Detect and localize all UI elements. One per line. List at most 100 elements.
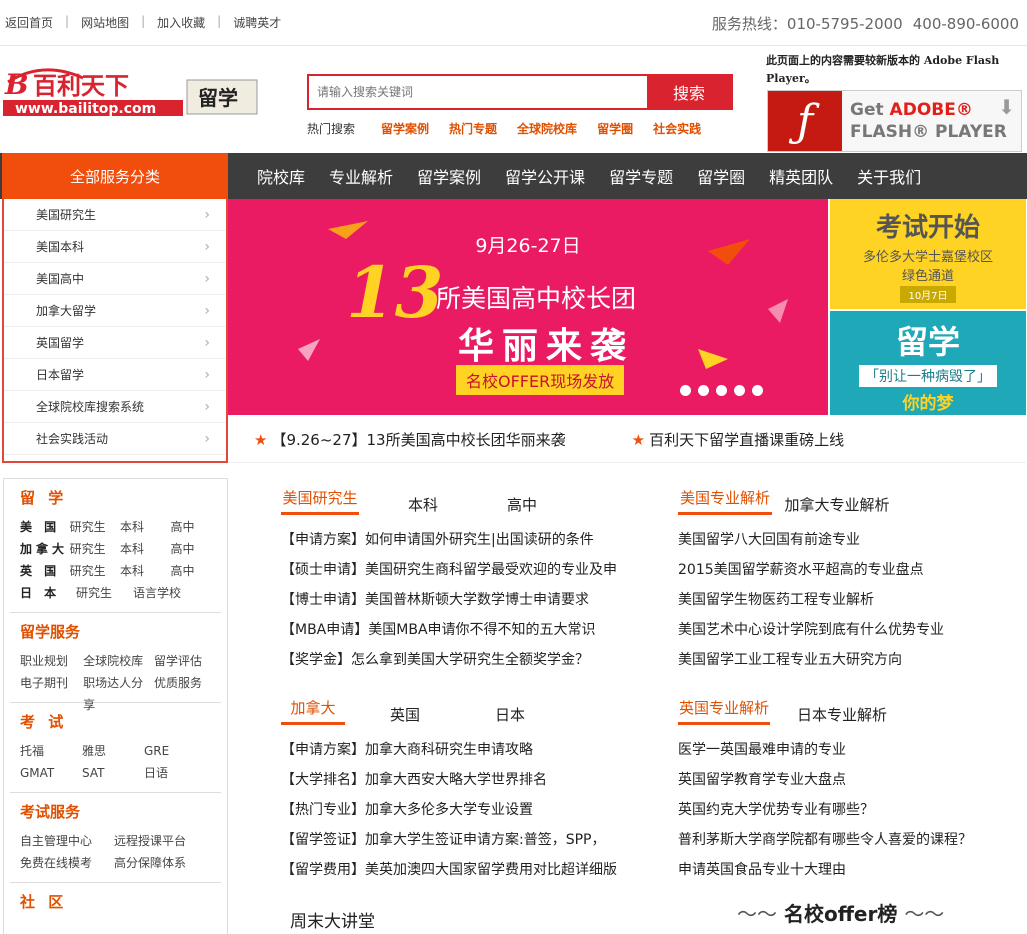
sidebar-link[interactable]: SAT: [82, 762, 144, 784]
ad-exam[interactable]: 考试开始 多伦多大学士嘉堡校区 绿色通道 10月7日: [830, 199, 1026, 309]
sidebar-link[interactable]: 研究生: [76, 582, 133, 604]
news-item[interactable]: ★ 百利天下留学直播课重磅上线: [632, 429, 844, 450]
hot-search-item[interactable]: 社会实践: [653, 120, 701, 137]
list-item[interactable]: 【留学费用】美英加澳四大国家留学费用对比超详细版: [281, 855, 641, 885]
banner-dot[interactable]: [698, 385, 709, 396]
sidebar-country[interactable]: 日 本: [20, 582, 76, 604]
banner-dot[interactable]: [716, 385, 727, 396]
tab[interactable]: 英国专业解析: [678, 697, 770, 725]
category-item[interactable]: 日本留学 ›: [4, 359, 226, 391]
list-item[interactable]: 【留学签证】加拿大学生签证申请方案:普签，SPP，: [281, 825, 641, 855]
tab[interactable]: 加拿大专业解析: [772, 494, 902, 515]
list-item[interactable]: 普利茅斯大学商学院都有哪些令人喜爱的课程？: [678, 825, 1018, 855]
sidebar-link[interactable]: 研究生: [70, 560, 120, 582]
sidebar-link[interactable]: 研究生: [70, 516, 120, 538]
sidebar-link[interactable]: GMAT: [20, 762, 82, 784]
get-flash-button[interactable]: ƒ Get ADOBE® FLASH® PLAYER ⬇: [767, 90, 1022, 152]
sidebar-country[interactable]: 加拿大: [20, 538, 70, 560]
list-item[interactable]: 医学一英国最难申请的专业: [678, 735, 1018, 765]
sidebar-link[interactable]: 本科: [120, 538, 170, 560]
list-item[interactable]: 【硕士申请】美国研究生商科留学最受欢迎的专业及申: [281, 555, 641, 585]
category-item[interactable]: 英国留学 ›: [4, 327, 226, 359]
sidebar-link[interactable]: 本科: [120, 516, 170, 538]
sidebar-link[interactable]: 高中: [171, 538, 221, 560]
search-input[interactable]: [309, 76, 647, 108]
nav-item[interactable]: 精英团队: [757, 164, 845, 188]
top-link[interactable]: 返回首页: [5, 14, 53, 31]
nav-item[interactable]: 院校库: [245, 164, 317, 188]
list-item[interactable]: 2015美国留学薪资水平超高的专业盘点: [678, 555, 1018, 585]
search-button[interactable]: 搜索: [647, 76, 731, 108]
top-link[interactable]: 诚聘英才: [233, 14, 281, 31]
sidebar-link[interactable]: 雅思: [82, 740, 144, 762]
tab[interactable]: 本科: [359, 494, 487, 515]
hot-search-item[interactable]: 留学圈: [597, 120, 633, 137]
list-item[interactable]: 【博士申请】美国普林斯顿大学数学博士申请要求: [281, 585, 641, 615]
tab[interactable]: 日本: [465, 704, 555, 725]
tab[interactable]: 高中: [487, 494, 557, 515]
sidebar-link[interactable]: 高分保障体系: [114, 852, 214, 874]
sidebar-community-title[interactable]: 社 区: [10, 891, 221, 912]
tab[interactable]: 加拿大: [281, 697, 345, 725]
list-item[interactable]: 英国约克大学优势专业有哪些？: [678, 795, 1018, 825]
nav-item[interactable]: 留学案例: [405, 164, 493, 188]
nav-item[interactable]: 专业解析: [317, 164, 405, 188]
sidebar-link[interactable]: 留学评估: [154, 650, 221, 672]
sidebar-link[interactable]: 自主管理中心: [20, 830, 114, 852]
sidebar-link[interactable]: 全球院校库: [83, 650, 154, 672]
hot-search-item[interactable]: 热门专题: [449, 120, 497, 137]
sidebar-link[interactable]: 高中: [171, 560, 221, 582]
nav-item[interactable]: 留学专题: [597, 164, 685, 188]
sidebar-link[interactable]: 日语: [144, 762, 204, 784]
category-item[interactable]: 美国高中 ›: [4, 263, 226, 295]
category-item[interactable]: 美国研究生 ›: [4, 199, 226, 231]
banner-dot[interactable]: [734, 385, 745, 396]
top-link[interactable]: 加入收藏: [157, 14, 205, 31]
banner-dot[interactable]: [680, 385, 691, 396]
sidebar-link[interactable]: 职场达人分享: [83, 672, 154, 712]
tab[interactable]: 美国研究生: [281, 487, 359, 515]
top-link[interactable]: 网站地图: [81, 14, 129, 31]
hot-search-item[interactable]: 留学案例: [381, 120, 429, 137]
list-item[interactable]: 【热门专业】加拿大多伦多大学专业设置: [281, 795, 641, 825]
sidebar-link[interactable]: 电子期刊: [20, 672, 83, 694]
list-item[interactable]: 【MBA申请】美国MBA申请你不得不知的五大常识: [281, 615, 641, 645]
list-item[interactable]: 美国留学生物医药工程专业解析: [678, 585, 1018, 615]
tab[interactable]: 日本专业解析: [770, 704, 914, 725]
sidebar-link[interactable]: 职业规划: [20, 650, 83, 672]
nav-item[interactable]: 关于我们: [845, 164, 933, 188]
sidebar-link[interactable]: 研究生: [70, 538, 120, 560]
site-logo[interactable]: B 百利天下 www.bailitop.com 留学: [3, 64, 258, 120]
nav-item[interactable]: 留学圈: [685, 164, 757, 188]
sidebar-link[interactable]: 托福: [20, 740, 82, 762]
sidebar-country[interactable]: 美 国: [20, 516, 70, 538]
sidebar-link[interactable]: 免费在线模考: [20, 852, 114, 874]
sidebar-country[interactable]: 英 国: [20, 560, 70, 582]
list-item[interactable]: 英国留学教育学专业大盘点: [678, 765, 1018, 795]
list-item[interactable]: 【大学排名】加拿大西安大略大学世界排名: [281, 765, 641, 795]
ad-abroad[interactable]: 留学 「别让一种病毁了」 你的梦: [830, 311, 1026, 415]
category-item[interactable]: 全球院校库搜索系统 ›: [4, 391, 226, 423]
list-item[interactable]: 美国艺术中心设计学院到底有什么优势专业: [678, 615, 1018, 645]
list-item[interactable]: 申请英国食品专业十大理由: [678, 855, 1018, 885]
sidebar-link[interactable]: 高中: [171, 516, 221, 538]
sidebar-link[interactable]: 语言学校: [133, 582, 190, 604]
sidebar-link[interactable]: 优质服务: [154, 672, 221, 694]
category-item[interactable]: 美国本科 ›: [4, 231, 226, 263]
banner-dot[interactable]: [752, 385, 763, 396]
news-item[interactable]: ★ 【9.26~27】13所美国高中校长团华丽来袭: [254, 429, 566, 450]
all-categories-button[interactable]: 全部服务分类: [2, 153, 228, 199]
sidebar-link[interactable]: 本科: [120, 560, 170, 582]
category-item[interactable]: 社会实践活动 ›: [4, 423, 226, 455]
sidebar-link[interactable]: 远程授课平台: [114, 830, 214, 852]
list-item[interactable]: 美国留学工业工程专业五大研究方向: [678, 645, 1018, 675]
list-item[interactable]: 【奖学金】怎么拿到美国大学研究生全额奖学金？: [281, 645, 641, 675]
list-item[interactable]: 美国留学八大回国有前途专业: [678, 525, 1018, 555]
list-item[interactable]: 【申请方案】如何申请国外研究生|出国读研的条件: [281, 525, 641, 555]
main-banner[interactable]: 9月26-27日 13 所美国高中校长团 华丽来袭 名校OFFER现场发放: [228, 199, 828, 415]
category-item[interactable]: 加拿大留学 ›: [4, 295, 226, 327]
tab[interactable]: 美国专业解析: [678, 487, 772, 515]
hot-search-item[interactable]: 全球院校库: [517, 120, 577, 137]
sidebar-link[interactable]: GRE: [144, 740, 204, 762]
tab[interactable]: 英国: [345, 704, 465, 725]
